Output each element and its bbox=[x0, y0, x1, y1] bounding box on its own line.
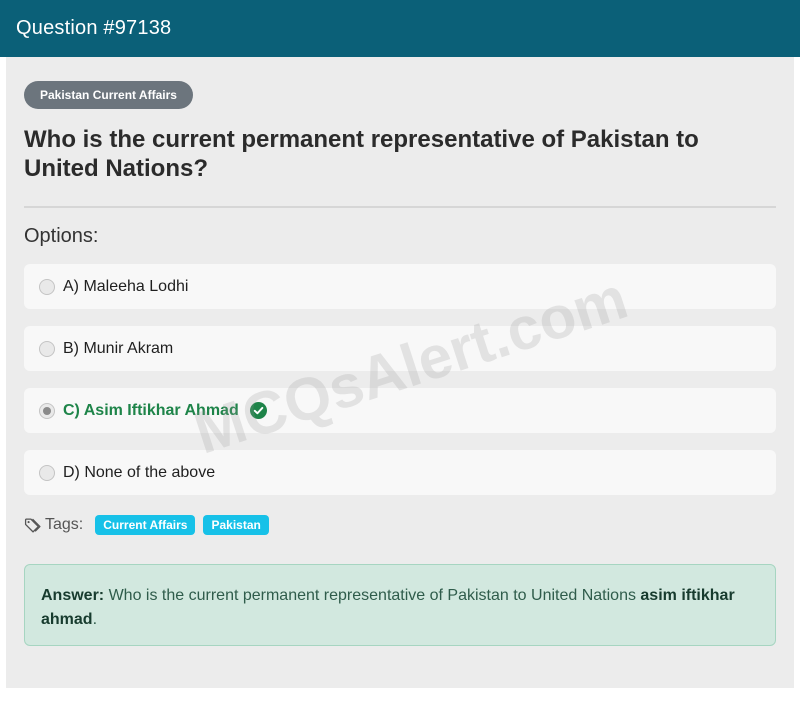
tags-label: Tags: bbox=[45, 516, 84, 533]
option-b-radio[interactable] bbox=[39, 340, 55, 357]
question-card: Pakistan Current Affairs Who is the curr… bbox=[6, 57, 794, 688]
question-text: Who is the current permanent representat… bbox=[24, 126, 699, 182]
answer-question-text: Who is the current permanent representat… bbox=[108, 587, 641, 604]
option-b[interactable]: B) Munir Akram bbox=[24, 326, 776, 371]
answer-suffix: . bbox=[92, 611, 98, 628]
tag-current-affairs[interactable]: Current Affairs bbox=[95, 515, 196, 535]
tags-row: Tags: Current Affairs Pakistan bbox=[24, 514, 277, 536]
option-a-label: A) Maleeha Lodhi bbox=[63, 277, 189, 295]
category-badge[interactable]: Pakistan Current Affairs bbox=[24, 81, 193, 109]
option-a-radio[interactable] bbox=[39, 278, 55, 295]
option-d-label: D) None of the above bbox=[63, 463, 216, 481]
option-a[interactable]: A) Maleeha Lodhi bbox=[24, 264, 776, 309]
tag-pakistan[interactable]: Pakistan bbox=[203, 515, 269, 535]
options-heading: Options: bbox=[24, 225, 99, 247]
check-circle-icon bbox=[249, 402, 267, 419]
option-b-label: B) Munir Akram bbox=[63, 339, 174, 357]
page-header: Question #97138 bbox=[0, 0, 800, 57]
divider bbox=[24, 206, 776, 208]
option-c[interactable]: C) Asim Iftikhar Ahmad bbox=[24, 388, 776, 433]
option-d-radio[interactable] bbox=[39, 464, 55, 481]
answer-prefix: Answer: bbox=[41, 587, 105, 604]
question-number-title: Question #97138 bbox=[16, 17, 172, 39]
option-c-label: C) Asim Iftikhar Ahmad bbox=[63, 401, 239, 419]
option-d[interactable]: D) None of the above bbox=[24, 450, 776, 495]
tag-icon bbox=[24, 517, 41, 533]
answer-box: Answer: Who is the current permanent rep… bbox=[24, 564, 776, 646]
option-c-radio[interactable] bbox=[39, 402, 55, 419]
